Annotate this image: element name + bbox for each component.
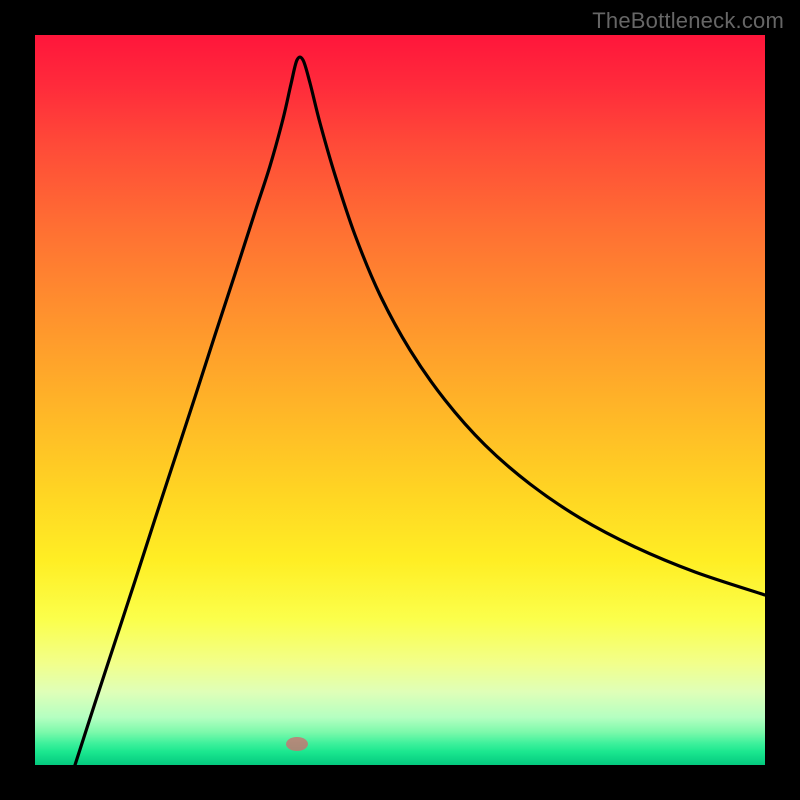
watermark-text: TheBottleneck.com: [592, 8, 784, 34]
plot-area: [35, 35, 765, 765]
minimum-marker: [286, 737, 308, 751]
bottleneck-curve: [35, 35, 765, 765]
chart-frame: TheBottleneck.com: [0, 0, 800, 800]
